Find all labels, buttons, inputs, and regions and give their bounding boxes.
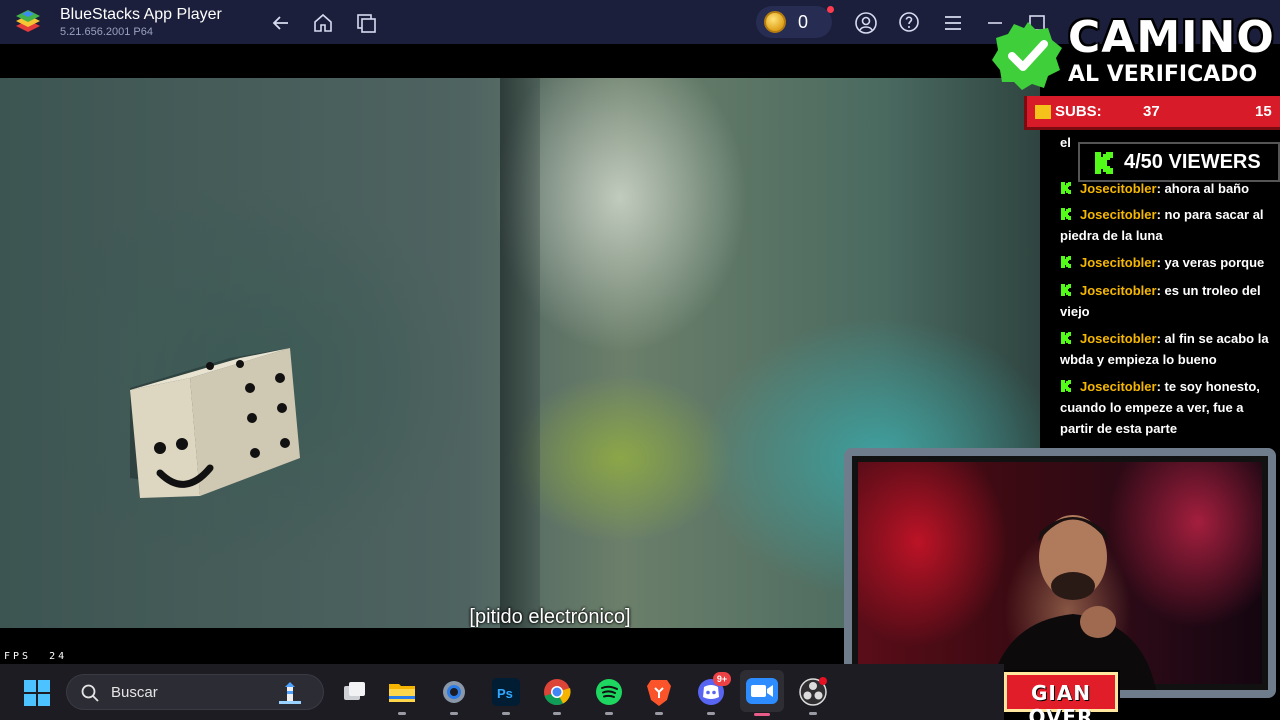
lighthouse-icon [279, 682, 301, 704]
coin-count: 0 [798, 12, 809, 32]
streamer-image [989, 515, 1157, 690]
subs-current: 37 [1143, 103, 1160, 120]
brave-button[interactable] [643, 676, 675, 715]
chat-message: Josecitobler: al fin se acabo la wbda y … [1060, 328, 1278, 370]
folder-icon [389, 684, 415, 702]
taskbar-search[interactable]: Buscar [66, 674, 324, 710]
running-indicator [809, 712, 817, 715]
kick-badge-icon [1061, 380, 1071, 392]
discord-button[interactable]: 9+ [695, 672, 731, 715]
zoom-button[interactable] [740, 670, 784, 716]
kick-badge-icon [1061, 332, 1071, 344]
multi-instance-icon[interactable] [355, 12, 377, 34]
window-frame-shape [500, 78, 540, 628]
chrome-icon [544, 679, 571, 706]
viewers-goal: 4/50 VIEWERS [1078, 142, 1280, 182]
brave-lion-icon [647, 680, 671, 706]
kick-badge-icon [1061, 182, 1071, 194]
file-explorer-button[interactable] [386, 676, 418, 715]
search-placeholder: Buscar [111, 684, 158, 701]
discord-notification-badge: 9+ [713, 672, 731, 686]
home-icon[interactable] [312, 12, 334, 34]
kick-badge-icon [1061, 208, 1071, 220]
active-indicator [754, 713, 770, 716]
verified-check-icon [992, 22, 1062, 90]
fps-value: 24 [49, 651, 68, 662]
running-indicator [398, 712, 406, 715]
fps-counter: FPS 24 [4, 651, 67, 662]
obs-icon [799, 677, 827, 706]
task-view-icon [344, 682, 365, 700]
chat-username: Josecitobler [1080, 331, 1157, 346]
chat-username: Josecitobler [1080, 379, 1157, 394]
running-indicator [605, 712, 613, 715]
settings-button[interactable] [438, 676, 470, 715]
subs-goal-bar: SUBS: 37 15 [1024, 96, 1280, 130]
webcam-frame [844, 448, 1276, 698]
svg-text:Ps: Ps [497, 686, 513, 701]
coin-icon [764, 11, 786, 33]
menu-icon[interactable] [942, 12, 964, 34]
chat-text: : ahora al baño [1156, 181, 1250, 196]
chat-message: Josecitobler: ya veras porque [1060, 252, 1278, 273]
viewers-count: 4/50 VIEWERS [1124, 151, 1261, 173]
notification-dot [827, 6, 834, 13]
search-icon [81, 684, 99, 702]
running-indicator [655, 712, 663, 715]
chat-username: Josecitobler [1080, 283, 1157, 298]
streamer-name: GIAN OVER [1028, 681, 1094, 720]
running-indicator [450, 712, 458, 715]
spotify-icon [596, 679, 622, 705]
back-icon[interactable] [270, 12, 292, 34]
crown-icon [1035, 105, 1051, 119]
running-indicator [553, 712, 561, 715]
windows-taskbar: Buscar Ps 9+ [0, 664, 1004, 720]
spotify-button[interactable] [593, 676, 625, 715]
bluestacks-logo-icon [16, 10, 40, 32]
chat-username: Josecitobler [1080, 207, 1157, 222]
screen: BlueStacks App Player 5.21.656.2001 P64 … [0, 0, 1280, 720]
app-title: BlueStacks App Player [60, 6, 222, 23]
chat-message: Josecitobler: es un troleo del viejo [1060, 280, 1278, 322]
app-version: 5.21.656.2001 P64 [60, 26, 153, 38]
photoshop-icon: Ps [492, 678, 520, 706]
chat-username: Josecitobler [1080, 255, 1157, 270]
chrome-button[interactable] [541, 676, 573, 715]
fps-label: FPS [4, 651, 32, 662]
chat-text: : ya veras porque [1156, 255, 1265, 270]
chat-username: Josecitobler [1080, 181, 1157, 196]
goal-title-line1: CAMINO [1068, 12, 1275, 63]
photoshop-button[interactable]: Ps [490, 676, 522, 715]
help-icon[interactable] [898, 11, 920, 33]
windows-start-icon[interactable] [24, 680, 50, 706]
account-icon[interactable] [854, 11, 878, 35]
obs-button[interactable] [797, 676, 829, 715]
coins-button[interactable]: 0 [756, 6, 834, 38]
chat-message: Josecitobler: no para sacar al piedra de… [1060, 204, 1278, 246]
kick-badge-icon [1061, 256, 1071, 268]
kick-badge-icon [1061, 284, 1071, 296]
subs-goal: 15 [1255, 103, 1272, 120]
webcam-feed [858, 462, 1262, 690]
streamer-nametag: GIAN OVER [1004, 672, 1118, 720]
dice-image [130, 348, 300, 498]
task-view-button[interactable] [338, 676, 370, 708]
chat-message: Josecitobler: te soy honesto, cuando lo … [1060, 376, 1278, 439]
goal-title-line2: AL VERIFICADO [1068, 62, 1258, 87]
gear-icon [443, 681, 465, 703]
kick-logo-icon [1095, 152, 1113, 174]
running-indicator [502, 712, 510, 715]
zoom-icon [746, 678, 778, 704]
subs-label: SUBS: [1055, 103, 1102, 120]
running-indicator [707, 712, 715, 715]
